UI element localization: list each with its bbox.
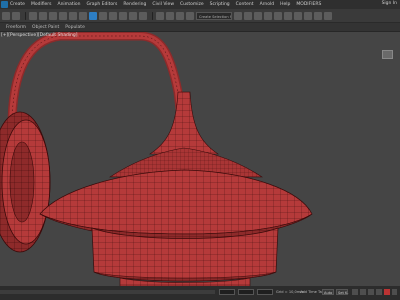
pivot-center-icon[interactable] xyxy=(129,11,137,20)
rendered-frame-icon[interactable] xyxy=(314,11,322,20)
link-icon[interactable] xyxy=(29,11,37,20)
auto-key-button[interactable]: Auto xyxy=(322,289,334,295)
select-by-name-icon[interactable] xyxy=(69,11,77,20)
tab-object-paint[interactable]: Object Paint xyxy=(32,25,59,30)
previous-frame-icon[interactable] xyxy=(360,289,366,295)
main-toolbar: Create Selection Set xyxy=(0,9,400,23)
mirror-icon[interactable] xyxy=(234,11,242,20)
render-setup-icon[interactable] xyxy=(304,11,312,20)
z-coordinate-field[interactable] xyxy=(257,289,273,295)
key-mode-icon[interactable] xyxy=(384,289,390,295)
sign-in-link[interactable]: Sign In xyxy=(382,1,397,6)
menu-modifiers-custom[interactable]: MODIFIERS xyxy=(296,2,321,7)
x-coordinate-field[interactable] xyxy=(219,289,235,295)
next-frame-icon[interactable] xyxy=(376,289,382,295)
tab-freeform[interactable]: Freeform xyxy=(6,25,26,30)
toggle-ribbon-icon[interactable] xyxy=(264,11,272,20)
viewport-label[interactable]: [+][Perspective][Default Shading] xyxy=(1,33,78,38)
app-window: Create Modifiers Animation Graph Editors… xyxy=(0,0,400,300)
select-scale-icon[interactable] xyxy=(109,11,117,20)
go-to-start-icon[interactable] xyxy=(352,289,358,295)
menu-civil-view[interactable]: Civil View xyxy=(152,2,174,7)
toolbar-separator xyxy=(152,11,153,20)
menu-bar: Create Modifiers Animation Graph Editors… xyxy=(0,0,400,9)
time-slider[interactable] xyxy=(0,290,215,294)
align-icon[interactable] xyxy=(244,11,252,20)
bind-space-warp-icon[interactable] xyxy=(49,11,57,20)
select-object-icon[interactable] xyxy=(59,11,67,20)
undo-icon[interactable] xyxy=(2,11,10,20)
stem-spike xyxy=(149,91,219,155)
lamp-model-wireframe xyxy=(0,32,313,286)
perspective-viewport[interactable]: [+][Perspective][Default Shading] xyxy=(0,32,400,286)
selection-set-dropdown[interactable]: Create Selection Set xyxy=(196,11,232,20)
render-production-icon[interactable] xyxy=(324,11,332,20)
add-time-tag-button[interactable]: Add Time Tag xyxy=(300,289,324,295)
angle-snap-icon[interactable] xyxy=(166,11,174,20)
orbit-icon[interactable] xyxy=(392,289,397,295)
app-logo-icon[interactable] xyxy=(1,1,8,8)
spinner-snap-icon[interactable] xyxy=(186,11,194,20)
main-shade xyxy=(39,169,313,235)
set-key-button[interactable]: Set K. xyxy=(336,289,349,295)
play-icon[interactable] xyxy=(368,289,374,295)
select-move-icon[interactable] xyxy=(89,11,97,20)
menu-create[interactable]: Create xyxy=(10,2,25,7)
select-rotate-icon[interactable] xyxy=(99,11,107,20)
y-coordinate-field[interactable] xyxy=(238,289,254,295)
curve-editor-icon[interactable] xyxy=(274,11,282,20)
redo-icon[interactable] xyxy=(12,11,20,20)
selection-region-icon[interactable] xyxy=(79,11,87,20)
viewcube-icon[interactable] xyxy=(382,50,393,59)
menu-animation[interactable]: Animation xyxy=(58,2,81,7)
layer-explorer-icon[interactable] xyxy=(254,11,262,20)
menu-help[interactable]: Help xyxy=(280,2,290,7)
menu-scripting[interactable]: Scripting xyxy=(210,2,230,7)
snaps-toggle-icon[interactable] xyxy=(156,11,164,20)
menu-content[interactable]: Content xyxy=(236,2,254,7)
percent-snap-icon[interactable] xyxy=(176,11,184,20)
menu-modifiers[interactable]: Modifiers xyxy=(31,2,52,7)
status-bar: Grid = 10,0mm Add Time Tag Auto Set K. xyxy=(0,286,400,300)
menu-customize[interactable]: Customize xyxy=(180,2,204,7)
tab-populate[interactable]: Populate xyxy=(65,25,85,30)
unlink-icon[interactable] xyxy=(39,11,47,20)
material-editor-icon[interactable] xyxy=(294,11,302,20)
toolbar-separator xyxy=(25,11,26,20)
select-manipulate-icon[interactable] xyxy=(139,11,147,20)
menu-graph-editors[interactable]: Graph Editors xyxy=(86,2,117,7)
menu-rendering[interactable]: Rendering xyxy=(123,2,146,7)
ribbon-tabs: Freeform Object Paint Populate xyxy=(0,23,400,32)
reference-coordinate-icon[interactable] xyxy=(119,11,127,20)
schematic-view-icon[interactable] xyxy=(284,11,292,20)
menu-arnold[interactable]: Arnold xyxy=(260,2,275,7)
